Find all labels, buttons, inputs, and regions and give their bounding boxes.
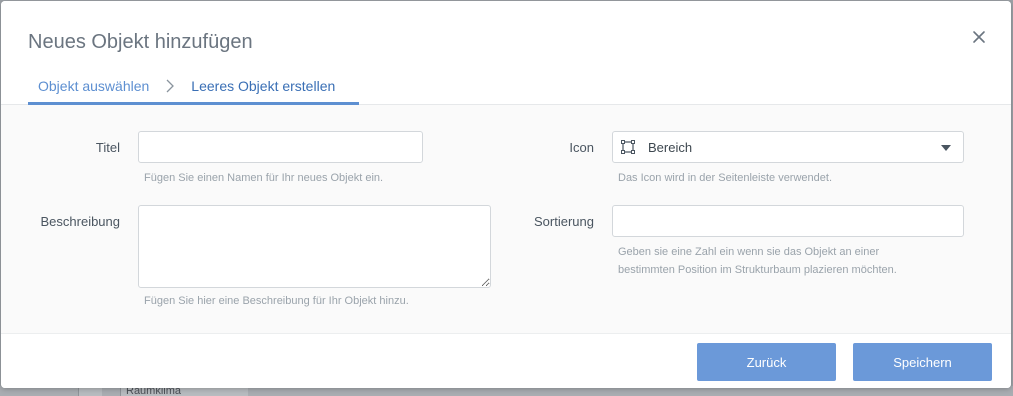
sort-help-text-line1: Geben sie eine Zahl ein wenn sie das Obj… bbox=[618, 246, 880, 258]
dialog-header: Neues Objekt hinzufügen Objekt auswählen… bbox=[1, 1, 1011, 105]
icon-label: Icon bbox=[569, 140, 594, 155]
title-input[interactable] bbox=[138, 131, 423, 163]
title-label: Titel bbox=[95, 140, 120, 155]
sort-label: Sortierung bbox=[534, 214, 594, 229]
title-help-text: Fügen Sie einen Namen für Ihr neues Obje… bbox=[144, 172, 384, 184]
close-button[interactable] bbox=[967, 25, 991, 49]
save-button[interactable]: Speichern bbox=[853, 343, 992, 381]
description-label: Beschreibung bbox=[40, 214, 121, 229]
icon-select[interactable]: Bereich bbox=[612, 131, 964, 163]
breadcrumb: Objekt auswählen Leeres Objekt erstellen bbox=[28, 71, 359, 105]
dialog-body: Titel Fügen Sie einen Namen für Ihr neue… bbox=[1, 105, 1011, 334]
icon-help-text: Das Icon wird in der Seitenleiste verwen… bbox=[618, 172, 832, 184]
dialog-title: Neues Objekt hinzufügen bbox=[28, 31, 253, 53]
sort-input[interactable] bbox=[612, 205, 964, 237]
chevron-right-icon bbox=[159, 71, 181, 99]
area-icon bbox=[621, 140, 635, 154]
breadcrumb-step-select-object[interactable]: Objekt auswählen bbox=[28, 71, 159, 94]
description-textarea[interactable] bbox=[138, 205, 491, 288]
dialog-footer: Zurück Speichern bbox=[1, 334, 1011, 388]
breadcrumb-step-create-empty-object[interactable]: Leeres Objekt erstellen bbox=[181, 71, 345, 94]
back-button[interactable]: Zurück bbox=[697, 343, 836, 381]
caret-down-icon bbox=[941, 145, 951, 151]
new-object-dialog: Neues Objekt hinzufügen Objekt auswählen… bbox=[1, 1, 1011, 388]
icon-select-value: Bereich bbox=[648, 140, 693, 155]
sort-help-text-line2: bestimmten Position im Strukturbaum plaz… bbox=[618, 264, 897, 276]
description-help-text: Fügen Sie hier eine Beschreibung für Ihr… bbox=[144, 295, 409, 307]
close-icon bbox=[973, 31, 985, 43]
